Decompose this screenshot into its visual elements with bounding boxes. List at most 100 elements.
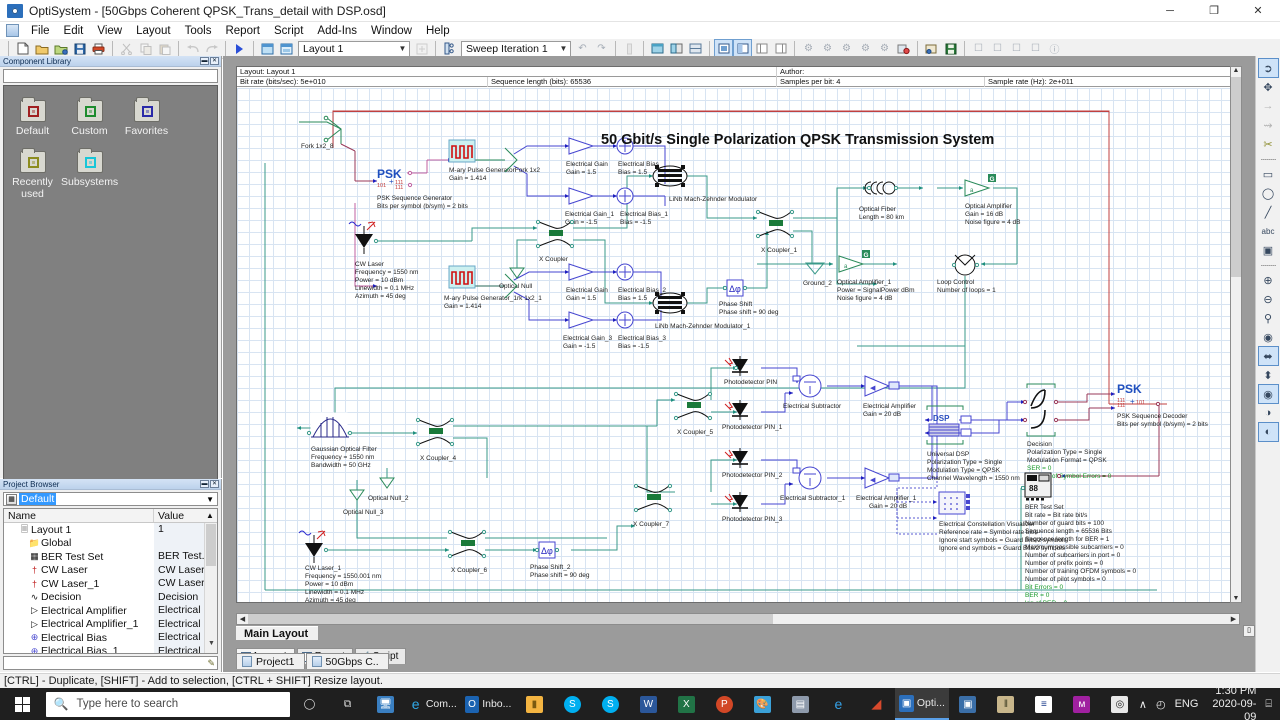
layout-manager-icon[interactable] [278, 40, 295, 57]
library-item-custom[interactable]: Custom [61, 97, 118, 137]
show-params-icon[interactable]: ◐ [1257, 422, 1279, 442]
comp-d-icon[interactable]: ⚙ [857, 40, 874, 57]
help-c-icon[interactable]: ☐ [1008, 40, 1025, 57]
tree-row[interactable]: † CW Laser_1 CW Laser [4, 577, 217, 591]
scrollbar-track[interactable] [248, 614, 1228, 624]
scroll-up-arrow-icon[interactable]: ▲ [1231, 67, 1241, 74]
view-grid-icon[interactable] [753, 40, 770, 57]
tree-row[interactable]: ▷ Electrical Amplifier Electrical ... [4, 604, 217, 618]
project-tree[interactable]: Name Value ▲ 🗏 Layout 1 1 📁 Global ▦ BER Te… [3, 508, 218, 654]
scroll-down-arrow-icon[interactable]: ▼ [205, 640, 217, 653]
tree-row[interactable]: 📁 Global [4, 536, 217, 550]
project-tree-scrollbar[interactable]: ▼ [204, 523, 217, 653]
file-explorer-icon[interactable]: ▮ [515, 688, 553, 720]
panel-pin-icon[interactable]: ▬ [200, 57, 209, 65]
comp-f-icon[interactable] [895, 40, 912, 57]
library-item-favorites[interactable]: Favorites [118, 97, 175, 137]
notifications-icon[interactable]: ⌸ [1265, 698, 1272, 711]
help-a-icon[interactable]: ☐ [970, 40, 987, 57]
edge-browser-icon[interactable]: e Com... [404, 688, 460, 720]
menu-item-file[interactable]: File [24, 24, 57, 38]
pan-move-icon[interactable]: ✥ [1259, 78, 1278, 96]
excel-icon[interactable]: X [667, 688, 705, 720]
layout-combo[interactable]: Layout 1 ▼ [298, 40, 410, 57]
main-layout-tab[interactable]: Main Layout [236, 626, 319, 640]
scrollbar-thumb[interactable] [206, 524, 216, 566]
canvas-vertical-scrollbar[interactable]: ▲ ▼ [1230, 66, 1242, 603]
menu-item-add-ins[interactable]: Add-Ins [310, 24, 364, 38]
tree-row[interactable]: ∿ Decision Decision [4, 590, 217, 604]
run-icon[interactable] [231, 40, 248, 57]
connect-left-icon[interactable]: → [1259, 97, 1278, 115]
add-layout-icon[interactable] [259, 40, 276, 57]
comp-c-icon[interactable]: ⚙ [838, 40, 855, 57]
scroll-up-arrow-icon[interactable]: ▲ [203, 509, 217, 522]
maximize-button[interactable]: ❐ [1192, 0, 1236, 22]
maximize-panel-icon[interactable] [649, 40, 666, 57]
remote-desktop-icon[interactable]: 🖥 [366, 688, 404, 720]
zoom-fit-icon[interactable]: ◉ [1259, 328, 1278, 346]
internet-explorer-icon[interactable]: e [819, 688, 857, 720]
scroll-left-arrow-icon[interactable]: ◀ [237, 615, 248, 623]
skype-icon[interactable]: S [553, 688, 591, 720]
tree-row[interactable]: † CW Laser CW Laser [4, 563, 217, 577]
minimize-button[interactable]: ─ [1148, 0, 1192, 22]
print-icon[interactable] [90, 40, 107, 57]
tile-vertical-icon[interactable] [772, 40, 789, 57]
optisystem-alt-icon[interactable]: ▣ [949, 688, 987, 720]
scroll-down-arrow-icon[interactable]: ▼ [1231, 595, 1241, 602]
scrollbar-thumb[interactable] [1231, 77, 1241, 277]
word-icon[interactable]: W [629, 688, 667, 720]
scrollbar-thumb[interactable] [248, 614, 773, 624]
open-folder-icon[interactable] [33, 40, 50, 57]
ellipse-tool-icon[interactable]: ◯ [1259, 184, 1278, 202]
sweep-prev-icon[interactable]: ↶ [574, 40, 591, 57]
open-project-icon[interactable] [52, 40, 69, 57]
new-file-icon[interactable] [14, 40, 31, 57]
help-b-icon[interactable]: ☐ [989, 40, 1006, 57]
help-info-icon[interactable]: ⓘ [1046, 40, 1063, 57]
help-d-icon[interactable]: ☐ [1027, 40, 1044, 57]
fit-height-icon[interactable]: ⬍ [1259, 366, 1278, 384]
menu-item-layout[interactable]: Layout [129, 24, 178, 38]
sweep-icon[interactable] [441, 40, 458, 57]
menu-item-view[interactable]: View [90, 24, 129, 38]
canvas-horizontal-scrollbar[interactable]: ◀ ▶ [236, 613, 1240, 625]
schematic-canvas[interactable]: Layout: Layout 1 Author: Bit rate (bits/… [236, 66, 1240, 603]
calculator-icon[interactable]: ▤ [781, 688, 819, 720]
zoom-out-icon[interactable]: ⊖ [1259, 290, 1278, 308]
connect-right-icon[interactable]: ⇝ [1259, 116, 1278, 134]
language-indicator[interactable]: ENG [1175, 698, 1199, 710]
zoom-in-icon[interactable]: ⊕ [1259, 271, 1278, 289]
clock[interactable]: 1:30 PM 2020-09-09 [1207, 685, 1256, 720]
optisystem-icon[interactable]: ▣ Opti... [895, 688, 949, 720]
menu-item-report[interactable]: Report [218, 24, 267, 38]
schematic-diagram[interactable]: Fork 1x2_8 PSK 101 + 111 111 PSK Sequenc… [237, 88, 1240, 603]
tree-row[interactable]: ⊕ Electrical Bias Electrical ... [4, 631, 217, 645]
close-button[interactable]: ✕ [1236, 0, 1280, 22]
image-tool-icon[interactable]: ▣ [1259, 241, 1278, 259]
menu-item-help[interactable]: Help [419, 24, 457, 38]
cortana-icon[interactable]: ◯ [290, 688, 328, 720]
sweep-iteration-combo[interactable]: Sweep Iteration 1 ▼ [461, 40, 571, 57]
project-tab-project1[interactable]: Project1 [236, 653, 305, 669]
start-button[interactable] [0, 688, 46, 720]
library-item-subsystems[interactable]: Subsystems [61, 148, 118, 200]
menu-item-script[interactable]: Script [267, 24, 310, 38]
optiwave-tools-icon[interactable]: ‖ [987, 688, 1025, 720]
comp-e-icon[interactable]: ⚙ [876, 40, 893, 57]
scissors-cut-icon[interactable]: ✂ [1259, 135, 1278, 153]
menu-item-tools[interactable]: Tools [178, 24, 219, 38]
undo-icon[interactable] [184, 40, 201, 57]
waveform-viewer-icon[interactable]: ≡ [1025, 688, 1063, 720]
cut-icon[interactable] [118, 40, 135, 57]
sweep-next-icon[interactable]: ↷ [593, 40, 610, 57]
text-tool-icon[interactable]: abc [1259, 222, 1278, 240]
skype-business-icon[interactable]: S [591, 688, 629, 720]
menu-item-edit[interactable]: Edit [57, 24, 91, 38]
matlab-icon[interactable]: ◢ [857, 688, 895, 720]
fit-width-icon[interactable]: ⬌ [1257, 346, 1279, 366]
line-tool-icon[interactable]: ╱ [1259, 203, 1278, 221]
paste-icon[interactable] [156, 40, 173, 57]
open-report-icon[interactable] [923, 40, 940, 57]
